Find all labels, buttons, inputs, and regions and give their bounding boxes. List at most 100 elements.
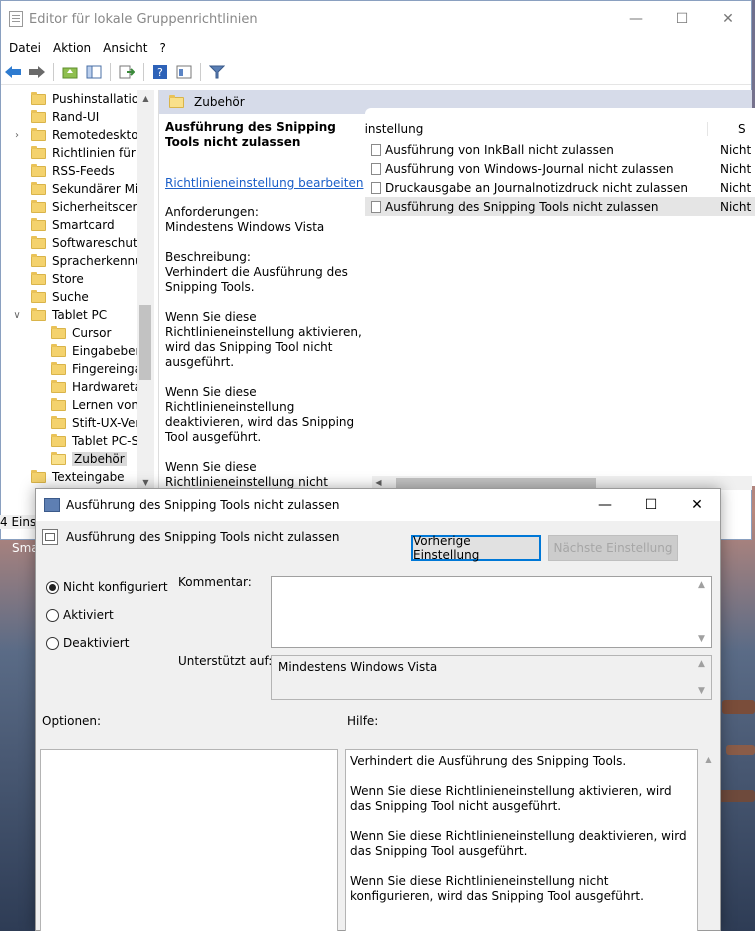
tree-item[interactable]: Sicherheitscente: [1, 198, 154, 216]
menu-help[interactable]: ?: [153, 41, 171, 55]
folder-icon: [31, 163, 46, 177]
setting-name: Ausführung von Windows-Journal nicht zul…: [385, 161, 674, 176]
tree-item[interactable]: Store: [1, 270, 154, 288]
help-label: Hilfe:: [347, 714, 379, 728]
table-row[interactable]: Ausführung des Snipping Tools nicht zula…: [365, 197, 755, 216]
menu-datei[interactable]: Datei: [3, 41, 47, 55]
help-scroll-up-icon[interactable]: ▲: [700, 751, 717, 768]
tree-item[interactable]: Cursor: [1, 324, 154, 342]
tree-item-label: RSS-Feeds: [52, 164, 115, 178]
description-value: Verhindert die Ausführung des Snipping T…: [165, 265, 348, 294]
dialog-close-button[interactable]: ✕: [674, 489, 720, 521]
tree-item[interactable]: Stift-UX-Verh: [1, 414, 154, 432]
radio-enabled[interactable]: Aktiviert: [46, 608, 114, 622]
tree-item[interactable]: Fingereingab: [1, 360, 154, 378]
tree-item[interactable]: Rand-UI: [1, 108, 154, 126]
forward-arrow-icon[interactable]: [27, 62, 47, 82]
filter-icon[interactable]: [207, 62, 227, 82]
tree-item[interactable]: RSS-Feeds: [1, 162, 154, 180]
chevron-right-icon[interactable]: ›: [11, 130, 23, 141]
tree-item-label: Store: [52, 272, 84, 286]
tree-item[interactable]: Lernen von S: [1, 396, 154, 414]
help-text-line: Wenn Sie diese Richtlinieneinstellung de…: [350, 829, 687, 858]
scroll-up-icon[interactable]: ▲: [137, 90, 154, 107]
dialog-maximize-button[interactable]: ☐: [628, 489, 674, 521]
tree-item[interactable]: Tablet PC-Sti: [1, 432, 154, 450]
next-setting-button[interactable]: Nächste Einstellung: [548, 535, 678, 561]
tree-item[interactable]: Softwareschutz-: [1, 234, 154, 252]
tree-item[interactable]: Hardwaretas: [1, 378, 154, 396]
chevron-down-icon[interactable]: ∨: [11, 310, 23, 321]
setting-state: Nicht: [720, 180, 752, 195]
supported-label: Unterstützt auf:: [178, 654, 273, 668]
table-row[interactable]: Ausführung von Windows-Journal nicht zul…: [365, 159, 755, 178]
column-header-state[interactable]: S: [707, 121, 747, 136]
tree-item[interactable]: Richtlinien für d: [1, 144, 154, 162]
setting-state: Nicht: [720, 161, 752, 176]
comment-textarea[interactable]: ▲ ▼: [271, 576, 712, 648]
radio-disabled[interactable]: Deaktiviert: [46, 636, 129, 650]
radio-not-configured-label: Nicht konfiguriert: [63, 580, 168, 594]
tree-item[interactable]: Zubehör: [1, 450, 154, 468]
radio-button[interactable]: [46, 636, 59, 650]
settings-list: Einstellung S Ausführung von InkBall nic…: [365, 108, 755, 486]
comment-scrollbar[interactable]: ▲ ▼: [694, 577, 711, 647]
tree-scrollbar[interactable]: ▲ ▼: [137, 90, 154, 491]
edit-policy-link[interactable]: Richtlinieneinstellung bearbeiten: [165, 176, 365, 190]
maximize-button[interactable]: ☐: [659, 1, 705, 37]
help-icon[interactable]: ?: [150, 62, 170, 82]
tree-item-label: Tablet PC-Sti: [72, 434, 148, 448]
radio-button-checked[interactable]: [46, 580, 59, 594]
tree-item[interactable]: Spracherkennung: [1, 252, 154, 270]
folder-icon: [31, 109, 46, 123]
dialog-minimize-button[interactable]: —: [582, 489, 628, 521]
tree-item[interactable]: › Remotedesktopd: [1, 126, 154, 144]
table-row[interactable]: Ausführung von InkBall nicht zulassen Nic…: [365, 140, 755, 159]
minimize-button[interactable]: —: [613, 1, 659, 37]
menu-ansicht[interactable]: Ansicht: [97, 41, 153, 55]
radio-button[interactable]: [46, 608, 59, 622]
folder-icon: [31, 253, 46, 267]
extended-view: Ausführung des Snipping Tools nicht zula…: [165, 120, 365, 519]
folder-icon: [31, 469, 46, 483]
export-list-icon[interactable]: [117, 62, 137, 82]
table-row[interactable]: Druckausgabe an Journalnotizdruck nicht …: [365, 178, 755, 197]
folder-icon: [51, 415, 66, 429]
tree-item-label: Suche: [52, 290, 89, 304]
help-text-line: Verhindert die Ausführung des Snipping T…: [350, 754, 627, 768]
setting-icon: [42, 529, 58, 545]
tree-item-label: Smartcard: [52, 218, 115, 232]
tree-item[interactable]: ∨ Tablet PC: [1, 306, 154, 324]
tree-item[interactable]: Sekundärer Micr: [1, 180, 154, 198]
supported-scrollbar[interactable]: ▲ ▼: [694, 656, 711, 699]
hscroll-thumb[interactable]: [396, 478, 596, 488]
policy-title: Ausführung des Snipping Tools nicht zula…: [165, 120, 336, 149]
boat-decoration: [722, 700, 755, 714]
folder-icon: [31, 91, 46, 105]
folder-icon: [31, 235, 46, 249]
setting-name: Ausführung von InkBall nicht zulassen: [385, 142, 614, 157]
boat-decoration: [726, 745, 755, 755]
setting-name: Ausführung des Snipping Tools nicht zula…: [385, 199, 659, 214]
tree-item[interactable]: Smartcard: [1, 216, 154, 234]
back-arrow-icon[interactable]: [3, 62, 23, 82]
description-enabled: Wenn Sie diese Richtlinieneinstellung ak…: [165, 310, 362, 369]
tree-scroll-thumb[interactable]: [139, 305, 151, 380]
tree-item[interactable]: Suche: [1, 288, 154, 306]
folder-icon: [31, 217, 46, 231]
dialog-heading: Ausführung des Snipping Tools nicht zula…: [42, 529, 339, 545]
tree-item[interactable]: Eingabebere: [1, 342, 154, 360]
properties-icon[interactable]: [174, 62, 194, 82]
folder-icon: [31, 307, 46, 321]
previous-setting-button[interactable]: Vorherige Einstellung: [411, 534, 541, 562]
tree-item[interactable]: Texteingabe: [1, 468, 154, 486]
column-header-setting[interactable]: Einstellung: [365, 122, 707, 136]
menu-aktion[interactable]: Aktion: [47, 41, 97, 55]
close-button[interactable]: ✕: [705, 1, 751, 37]
tree-item-label: Richtlinien für d: [52, 146, 148, 160]
radio-not-configured[interactable]: Nicht konfiguriert: [46, 580, 168, 594]
tree-item[interactable]: Pushinstallation: [1, 90, 154, 108]
toolbar-separator: [200, 62, 201, 81]
show-tree-icon[interactable]: [84, 62, 104, 82]
folder-up-icon[interactable]: [60, 62, 80, 82]
